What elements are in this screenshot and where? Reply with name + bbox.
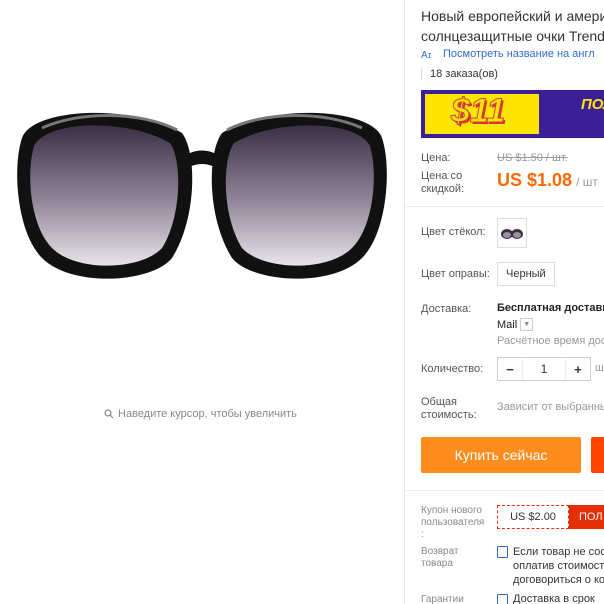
discount-label-line1: Цена со bbox=[421, 170, 463, 182]
shipping-carrier: Mail bbox=[497, 318, 518, 331]
add-to-cart-button[interactable] bbox=[591, 437, 604, 473]
frame-color-option[interactable]: Черный bbox=[497, 262, 555, 286]
quantity-increase-button[interactable]: + bbox=[566, 358, 590, 380]
returns-text: Если товар не сос оплатив стоимост догов… bbox=[497, 545, 604, 587]
translate-link-text[interactable]: Посмотреть название на англ bbox=[443, 48, 595, 60]
coupon-label-line3: : bbox=[421, 529, 424, 540]
promo-text-line1: ПОЛУ bbox=[581, 96, 604, 113]
quantity-decrease-button[interactable]: − bbox=[498, 358, 522, 380]
translate-icon: A ɪ bbox=[421, 50, 431, 60]
shipping-time: Расчётное время дос bbox=[497, 335, 604, 347]
discount-price-label: Цена со скидкой: bbox=[421, 170, 464, 196]
lens-color-swatch[interactable] bbox=[497, 218, 527, 248]
quantity-label: Количество: bbox=[421, 363, 484, 375]
discount-price-value: US $1.08 bbox=[497, 170, 573, 190]
divider bbox=[405, 490, 604, 491]
promo-price: $11 bbox=[450, 92, 506, 131]
guarantee-text: Доставка в срок bbox=[497, 593, 595, 604]
returns-label-line2: товара bbox=[421, 558, 453, 569]
svg-text:A: A bbox=[421, 50, 428, 60]
coupon-label-line1: Купон нового bbox=[421, 505, 482, 516]
orders-count: 18 заказа(ов) bbox=[421, 68, 498, 80]
buy-now-button[interactable]: Купить сейчас bbox=[421, 437, 581, 473]
total-label-line2: стоимость: bbox=[421, 409, 477, 421]
price-label: Цена: bbox=[421, 152, 451, 164]
magnifier-icon bbox=[104, 409, 114, 419]
sunglasses-thumbnail-icon bbox=[501, 229, 523, 239]
returns-line2: оплатив стоимост bbox=[513, 560, 604, 572]
coupon-label-line2: пользователя bbox=[421, 517, 485, 528]
returns-label-line1: Возврат bbox=[421, 546, 459, 557]
zoom-hint-text: Наведите курсор, чтобы увеличить bbox=[118, 408, 297, 420]
quantity-unit: ш bbox=[595, 362, 604, 374]
shipping-method: Бесплатная доставк bbox=[497, 302, 604, 314]
old-price: US $1.50 / шт. bbox=[497, 152, 568, 164]
chevron-down-icon[interactable]: ▼ bbox=[520, 318, 534, 331]
price-unit: / шт bbox=[576, 175, 598, 189]
document-icon bbox=[497, 546, 508, 558]
promo-banner[interactable]: $11 ПОЛУ З bbox=[421, 90, 604, 138]
guarantee-label: Гарантии bbox=[421, 594, 464, 604]
product-image[interactable] bbox=[12, 98, 392, 288]
new-user-coupon-label: Купон нового пользователя : bbox=[421, 505, 484, 541]
returns-label: Возврат товара bbox=[421, 546, 459, 570]
quantity-input[interactable]: 1 bbox=[522, 358, 566, 380]
svg-text:ɪ: ɪ bbox=[428, 50, 431, 60]
zoom-hint: Наведите курсор, чтобы увеличить bbox=[104, 408, 297, 420]
product-title-line2: солнцезащитные очки Trend bbox=[421, 28, 604, 44]
frame-color-label: Цвет оправы: bbox=[421, 268, 490, 280]
guarantee-text-value: Доставка в срок bbox=[513, 593, 595, 604]
lens-color-label: Цвет стёкол: bbox=[421, 226, 486, 238]
total-value: Зависит от выбранны bbox=[497, 401, 604, 413]
shipping-label: Доставка: bbox=[421, 303, 472, 315]
total-label: Общая стоимость: bbox=[421, 396, 477, 422]
shipping-carrier-select[interactable]: Mail ▼ bbox=[497, 318, 534, 331]
discount-label-line2: скидкой: bbox=[421, 183, 465, 195]
total-label-line1: Общая bbox=[421, 396, 457, 408]
quantity-stepper: − 1 + bbox=[497, 357, 591, 381]
returns-line3: договориться о ко bbox=[513, 574, 604, 586]
shield-icon bbox=[497, 594, 508, 604]
discount-price: US $1.08/ шт bbox=[497, 170, 598, 191]
product-gallery: Наведите курсор, чтобы увеличить bbox=[0, 0, 404, 604]
translate-title-link[interactable]: A ɪ Посмотреть название на англ bbox=[421, 48, 595, 60]
product-info-panel: Новый европейский и амери солнцезащитные… bbox=[404, 0, 604, 604]
product-title: Новый европейский и амери солнцезащитные… bbox=[421, 6, 604, 46]
product-title-line1: Новый европейский и амери bbox=[421, 8, 604, 24]
get-coupon-button[interactable]: ПОЛ bbox=[569, 505, 604, 529]
returns-line1: Если товар не сос bbox=[513, 546, 604, 558]
coupon-value: US $2.00 bbox=[497, 505, 569, 529]
divider bbox=[405, 206, 604, 207]
